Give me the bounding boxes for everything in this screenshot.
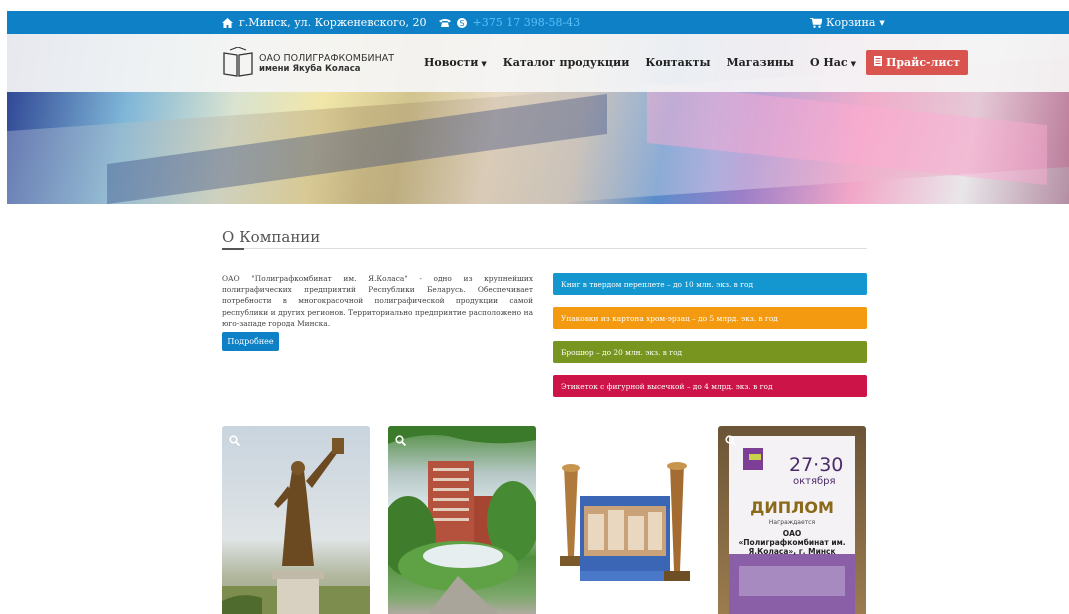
- stat-packaging: Упаковки из картона хром-эрзац – до 5 мл…: [553, 307, 867, 329]
- menu-news-label: Новости: [424, 56, 479, 69]
- statue-image: [222, 438, 370, 614]
- address-text: г.Минск, ул. Корженевского, 20: [239, 16, 427, 29]
- title-accent: [222, 248, 244, 250]
- main-navbar: ОАО ПОЛИГРАФКОМБИНАТ имени Якуба Коласа …: [7, 34, 1069, 92]
- magnify-icon: [395, 431, 407, 450]
- phone-link[interactable]: +375 17 398-58-43: [473, 16, 581, 29]
- main-menu: Новости ▼ Каталог продукции Контакты Мага…: [424, 50, 969, 75]
- phone-icon: [438, 18, 451, 27]
- contact-info: г.Минск, ул. Корженевского, 20 S +375 17…: [222, 11, 580, 34]
- diploma-days: 27·30: [789, 454, 844, 476]
- chevron-down-icon: ▼: [481, 59, 487, 68]
- section-title: О Компании: [222, 228, 321, 246]
- menu-item-about[interactable]: О Нас ▼: [810, 56, 856, 69]
- more-button[interactable]: Подробнее: [222, 332, 279, 351]
- stat-books: Книг в твердом переплете – до 10 млн. эк…: [553, 273, 867, 295]
- gallery-item-diploma[interactable]: 27·30 октября ДИПЛОМ Награждается ОАО «П…: [718, 426, 866, 614]
- title-divider: [222, 248, 867, 249]
- awards-image: [560, 462, 690, 581]
- logo-line-1: ОАО ПОЛИГРАФКОМБИНАТ: [259, 53, 395, 64]
- menu-item-contacts[interactable]: Контакты: [645, 56, 710, 69]
- magnify-icon: [725, 431, 737, 450]
- price-list-label: Прайс-лист: [885, 56, 961, 69]
- magnify-icon: [229, 431, 241, 450]
- gallery-item-awards[interactable]: [552, 426, 700, 614]
- building-image: [388, 426, 536, 614]
- cart-icon: [810, 17, 822, 28]
- diploma-month: октября: [793, 476, 836, 487]
- chevron-down-icon: ▼: [850, 59, 856, 68]
- gallery-item-building[interactable]: [388, 426, 536, 614]
- menu-about-label: О Нас: [809, 56, 848, 69]
- diploma-title: ДИПЛОМ: [750, 498, 834, 517]
- menu-item-news[interactable]: Новости ▼: [424, 56, 487, 69]
- about-text: ОАО "Полиграфкомбинат им. Я.Коласа" - од…: [222, 274, 533, 328]
- price-list-button[interactable]: Прайс-лист: [865, 50, 969, 75]
- cart-link[interactable]: Корзина ▼: [810, 11, 885, 34]
- diploma-org: ОАО «Полиграфкомбинат им. Я.Коласа», г. …: [738, 529, 846, 556]
- stat-brochures: Брошюр – до 20 млн. экз. в год: [553, 341, 867, 363]
- stat-labels: Этикеток с фигурной высечкой – до 4 млрд…: [553, 375, 867, 397]
- svg-text:S: S: [459, 19, 464, 28]
- menu-item-shops[interactable]: Магазины: [727, 56, 794, 69]
- document-icon: [873, 56, 882, 69]
- chevron-down-icon: ▼: [879, 18, 885, 27]
- book-logo-icon: [222, 46, 254, 81]
- diploma-paper: 27·30 октября ДИПЛОМ Награждается ОАО «П…: [729, 436, 855, 614]
- logo-line-2: имени Якуба Коласа: [259, 64, 361, 74]
- top-bar: г.Минск, ул. Корженевского, 20 S +375 17…: [7, 11, 1069, 34]
- diploma-sub: Награждается: [768, 519, 816, 526]
- gallery-item-statue[interactable]: [222, 426, 370, 614]
- home-icon: [222, 17, 233, 28]
- cart-label: Корзина: [826, 16, 876, 29]
- skype-icon: S: [456, 17, 467, 28]
- site-logo[interactable]: ОАО ПОЛИГРАФКОМБИНАТ имени Якуба Коласа: [222, 46, 395, 81]
- menu-item-catalog[interactable]: Каталог продукции: [503, 56, 630, 69]
